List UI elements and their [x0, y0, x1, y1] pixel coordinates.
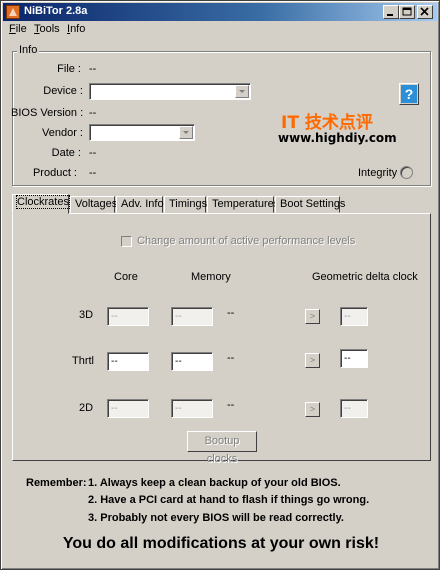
core-thrtl-input[interactable]: -- — [107, 352, 149, 371]
nibitor-app-icon — [6, 5, 20, 19]
memory-2d-input[interactable]: -- — [171, 399, 213, 418]
delta-thrtl-input[interactable]: -- — [340, 349, 368, 368]
minimize-icon — [387, 14, 393, 16]
active-levels-checkbox[interactable] — [121, 236, 132, 247]
memory-3d-input[interactable]: -- — [171, 307, 213, 326]
delta-3d-input[interactable]: -- — [340, 307, 368, 326]
separator-thrtl: -- — [227, 352, 235, 364]
help-icon: ? — [401, 85, 417, 103]
apply-delta-2d-button[interactable]: > — [305, 402, 320, 417]
clockrates-panel — [12, 213, 431, 461]
close-button[interactable] — [417, 5, 433, 19]
info-group-label: Info — [17, 44, 40, 56]
file-label: File : — [57, 63, 81, 75]
memory-thrtl-input[interactable]: -- — [171, 352, 213, 371]
watermark-url: www.highdiy.com — [278, 131, 397, 145]
row-label-thrtl: Thrtl — [72, 355, 94, 367]
tab-voltages[interactable]: Voltages — [70, 196, 117, 213]
product-value: -- — [89, 167, 97, 179]
integrity-indicator — [400, 166, 413, 179]
chevron-down-icon[interactable] — [235, 85, 249, 98]
watermark-title: IT 技术点评 — [281, 113, 373, 133]
device-label: Device : — [43, 85, 83, 97]
close-icon — [420, 7, 429, 16]
tab-clockrates[interactable]: Clockrates — [12, 194, 70, 214]
minimize-button[interactable] — [383, 5, 399, 19]
core-header: Core — [114, 271, 138, 283]
chevron-down-icon[interactable] — [179, 126, 193, 139]
device-select[interactable] — [89, 83, 251, 100]
bootup-clocks-button[interactable]: Bootup clocks — [187, 431, 257, 465]
remember-line-3: 3. Probably not every BIOS will be read … — [88, 512, 344, 524]
vendor-select[interactable] — [89, 124, 195, 141]
help-button[interactable]: ? — [399, 83, 419, 105]
bios-version-value: -- — [89, 107, 97, 119]
memory-header: Memory — [191, 271, 231, 283]
app-window: NiBiTor 2.8a File Tools Info Info File :… — [0, 0, 440, 570]
remember-label: Remember: — [26, 477, 87, 489]
window-title: NiBiTor 2.8a — [24, 5, 88, 17]
bios-version-label: BIOS Version : — [11, 107, 84, 119]
active-levels-label: Change amount of active performance leve… — [137, 235, 356, 247]
menu-file[interactable]: File — [9, 23, 27, 35]
remember-line-2: 2. Have a PCI card at hand to flash if t… — [88, 494, 370, 506]
remember-line-1: 1. Always keep a clean backup of your ol… — [88, 477, 341, 489]
date-label: Date : — [51, 147, 81, 159]
product-label: Product : — [32, 167, 77, 179]
apply-delta-thrtl-button[interactable]: > — [305, 353, 320, 368]
file-value: -- — [89, 63, 97, 75]
vendor-label: Vendor : — [42, 127, 83, 139]
date-value: -- — [89, 147, 97, 159]
maximize-button[interactable] — [399, 5, 415, 19]
core-2d-input[interactable]: -- — [107, 399, 149, 418]
row-label-2d: 2D — [79, 402, 94, 414]
row-label-3d: 3D — [79, 309, 94, 321]
maximize-icon — [402, 7, 412, 16]
menu-bar: File Tools Info — [3, 22, 437, 38]
delta-2d-input[interactable]: -- — [340, 399, 368, 418]
integrity-label: Integrity : — [358, 167, 404, 179]
menu-tools[interactable]: Tools — [34, 23, 60, 35]
delta-clock-header: Geometric delta clock — [312, 271, 418, 283]
risk-warning: You do all modifications at your own ris… — [62, 535, 380, 552]
apply-delta-3d-button[interactable]: > — [305, 309, 320, 324]
tab-adv-info[interactable]: Adv. Info — [116, 196, 164, 213]
tab-timings[interactable]: Timings — [164, 196, 207, 213]
title-bar: NiBiTor 2.8a — [3, 3, 437, 21]
core-3d-input[interactable]: -- — [107, 307, 149, 326]
menu-info[interactable]: Info — [67, 23, 85, 35]
tab-boot-settings[interactable]: Boot Settings — [275, 196, 345, 213]
tab-temperatures[interactable]: Temperatures — [207, 196, 279, 213]
separator-3d: -- — [227, 307, 235, 319]
separator-2d: -- — [227, 399, 235, 411]
